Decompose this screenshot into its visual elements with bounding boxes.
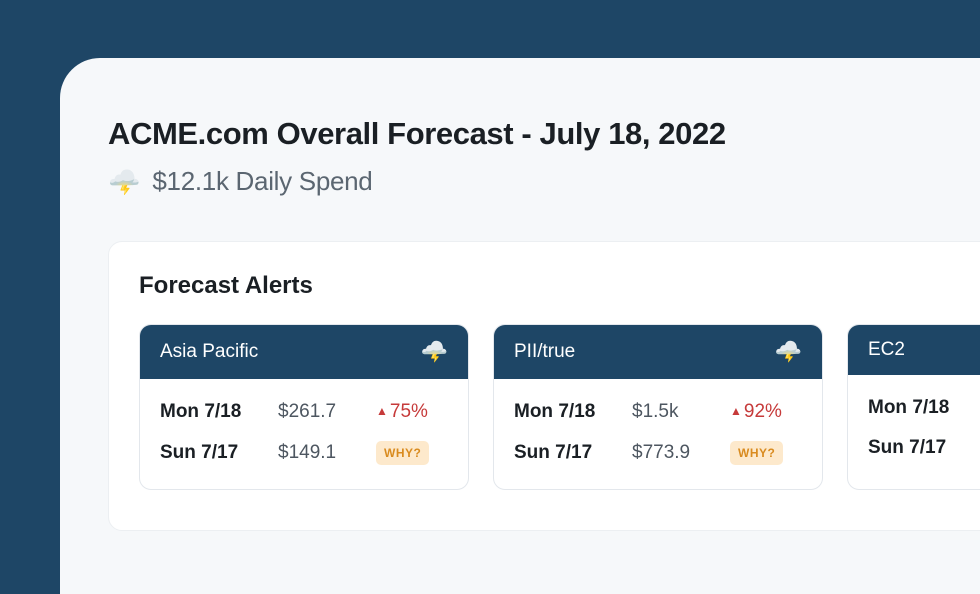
alert-region-name: EC2 (868, 339, 905, 361)
alert-date: Mon 7/18 (868, 397, 968, 419)
alert-row-today: Mon 7/18 $261.7 ▲ 75% (160, 401, 448, 423)
main-panel: ACME.com Overall Forecast - July 18, 202… (60, 58, 980, 594)
alert-row-yesterday: Sun 7/17 $149.1 WHY? (160, 441, 448, 465)
alerts-row: Asia Pacific 🌩️ Mon 7/18 $261.7 ▲ 75% (139, 324, 980, 490)
alert-delta-value: 75% (390, 401, 428, 423)
alert-row-yesterday: Sun 7/17 $773.9 WHY? (514, 441, 802, 465)
alert-date: Sun 7/17 (868, 437, 968, 459)
storm-icon: 🌩️ (421, 339, 448, 365)
alert-amount: $773.9 (632, 442, 712, 464)
alert-delta: ▲ 75% (376, 401, 428, 423)
alert-row-today: Mon 7/18 (868, 397, 980, 419)
alert-amount: $261.7 (278, 401, 358, 423)
alert-delta: ▲ 92% (730, 401, 782, 423)
forecast-alerts-card: Forecast Alerts Asia Pacific 🌩️ Mon 7/18… (108, 241, 980, 531)
alert-date: Mon 7/18 (514, 401, 614, 423)
up-triangle-icon: ▲ (730, 404, 742, 418)
forecast-alerts-title: Forecast Alerts (139, 272, 967, 300)
alert-date: Mon 7/18 (160, 401, 260, 423)
page-title: ACME.com Overall Forecast - July 18, 202… (108, 116, 980, 152)
daily-spend-row: 🌩️ $12.1k Daily Spend (108, 166, 980, 197)
alert-region-name: PII/true (514, 341, 575, 363)
daily-spend-text: $12.1k Daily Spend (152, 166, 372, 197)
alert-row-today: Mon 7/18 $1.5k ▲ 92% (514, 401, 802, 423)
alert-date: Sun 7/17 (514, 442, 614, 464)
alert-header: PII/true 🌩️ (494, 325, 822, 379)
alert-card-asia-pacific[interactable]: Asia Pacific 🌩️ Mon 7/18 $261.7 ▲ 75% (139, 324, 469, 490)
alert-region-name: Asia Pacific (160, 341, 258, 363)
alert-delta-value: 92% (744, 401, 782, 423)
alert-body: Mon 7/18 $1.5k ▲ 92% Sun 7/17 $773.9 WHY… (494, 379, 822, 489)
why-button[interactable]: WHY? (730, 441, 783, 465)
storm-icon: 🌩️ (775, 339, 802, 365)
storm-icon: 🌩️ (108, 169, 140, 195)
alert-header: Asia Pacific 🌩️ (140, 325, 468, 379)
alert-row-yesterday: Sun 7/17 (868, 437, 980, 459)
up-triangle-icon: ▲ (376, 404, 388, 418)
alert-header: EC2 (848, 325, 980, 375)
alert-amount: $1.5k (632, 401, 712, 423)
alert-card-ec2[interactable]: EC2 Mon 7/18 Sun 7/17 (847, 324, 980, 490)
alert-body: Mon 7/18 $261.7 ▲ 75% Sun 7/17 $149.1 WH… (140, 379, 468, 489)
app-backdrop: ACME.com Overall Forecast - July 18, 202… (0, 0, 980, 594)
alert-card-pii-true[interactable]: PII/true 🌩️ Mon 7/18 $1.5k ▲ 92% (493, 324, 823, 490)
alert-body: Mon 7/18 Sun 7/17 (848, 375, 980, 483)
alert-date: Sun 7/17 (160, 442, 260, 464)
why-button[interactable]: WHY? (376, 441, 429, 465)
alert-amount: $149.1 (278, 442, 358, 464)
